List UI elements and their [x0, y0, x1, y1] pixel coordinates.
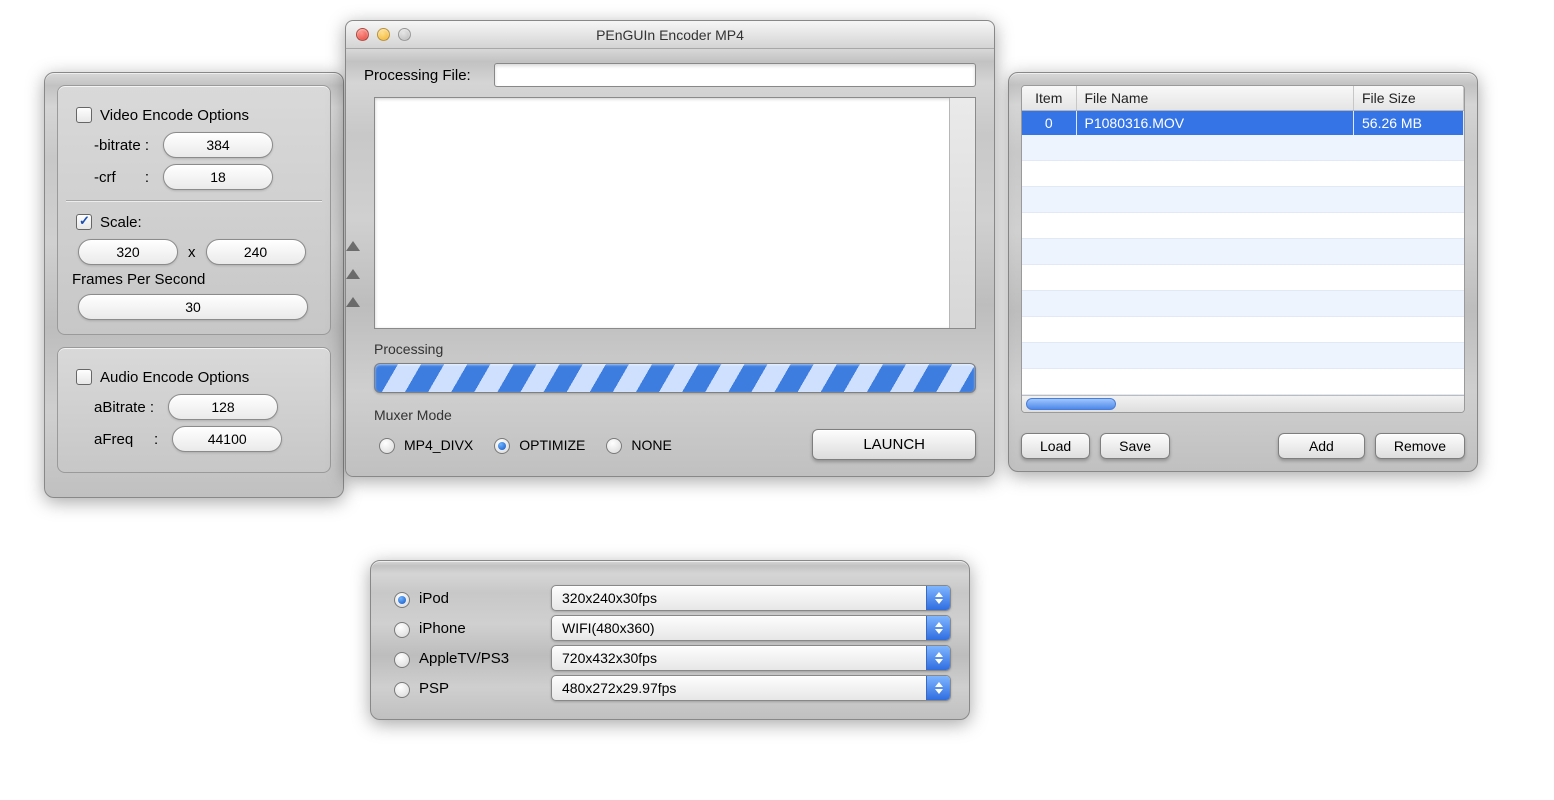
horizontal-scrollbar[interactable] [1022, 395, 1464, 412]
stepper-icon [926, 616, 950, 640]
muxer-label: Muxer Mode [374, 407, 976, 423]
window-title: PEnGUIn Encoder MP4 [346, 27, 994, 43]
preset-value: 320x240x30fps [562, 590, 657, 606]
preset-radio-iphone[interactable]: iPhone [389, 619, 539, 638]
scale-x-label: x [188, 244, 196, 261]
preset-panel: iPod 320x240x30fps iPhone WIFI(480x360) Appl… [370, 560, 970, 720]
crf-field[interactable] [163, 164, 273, 190]
table-row[interactable] [1022, 291, 1464, 317]
preset-popup-ipod[interactable]: 320x240x30fps [551, 585, 951, 611]
processing-label: Processing [374, 341, 976, 357]
options-panel: Video Encode Options -bitrate : -crf : S… [44, 72, 344, 498]
scrollbar-thumb[interactable] [1026, 398, 1116, 410]
col-filesize[interactable]: File Size [1354, 86, 1464, 111]
table-row[interactable] [1022, 135, 1464, 161]
bitrate-label: -bitrate : [94, 137, 149, 154]
progress-bar [374, 363, 976, 393]
preset-row: AppleTV/PS3 720x432x30fps [389, 645, 951, 671]
titlebar[interactable]: PEnGUIn Encoder MP4 [346, 21, 994, 49]
video-options-group: Video Encode Options -bitrate : -crf : S… [57, 85, 331, 335]
preset-row: PSP 480x272x29.97fps [389, 675, 951, 701]
remove-button[interactable]: Remove [1375, 433, 1465, 459]
abitrate-label: aBitrate : [94, 399, 154, 416]
processing-file-field[interactable] [494, 63, 976, 87]
file-list-panel: Item File Name File Size 0P1080316.MOV56… [1008, 72, 1478, 472]
muxer-radio-optimize[interactable]: OPTIMIZE [489, 435, 585, 454]
fps-field[interactable] [78, 294, 308, 320]
crf-label: -crf : [94, 169, 149, 186]
table-row[interactable] [1022, 239, 1464, 265]
table-row[interactable]: 0P1080316.MOV56.26 MB [1022, 111, 1464, 136]
stepper-icon [926, 646, 950, 670]
file-table[interactable]: Item File Name File Size 0P1080316.MOV56… [1021, 85, 1465, 413]
preset-value: WIFI(480x360) [562, 620, 655, 636]
muxer-radio-none[interactable]: NONE [601, 435, 671, 454]
audio-options-group: Audio Encode Options aBitrate : aFreq : [57, 347, 331, 473]
preset-value: 480x272x29.97fps [562, 680, 676, 696]
launch-button[interactable]: LAUNCH [812, 429, 976, 460]
add-button[interactable]: Add [1278, 433, 1365, 459]
abitrate-field[interactable] [168, 394, 278, 420]
processing-file-label: Processing File: [364, 67, 494, 84]
video-options-label: Video Encode Options [100, 107, 249, 124]
expand-arrows [344, 239, 358, 309]
triangle-down-icon[interactable] [346, 241, 360, 251]
stepper-icon [926, 586, 950, 610]
triangle-down-icon[interactable] [346, 269, 360, 279]
save-button[interactable]: Save [1100, 433, 1170, 459]
triangle-down-icon[interactable] [346, 297, 360, 307]
audio-options-label: Audio Encode Options [100, 369, 249, 386]
table-row[interactable] [1022, 161, 1464, 187]
col-item[interactable]: Item [1022, 86, 1076, 111]
preset-row: iPod 320x240x30fps [389, 585, 951, 611]
load-button[interactable]: Load [1021, 433, 1090, 459]
muxer-radio-mp4_divx[interactable]: MP4_DIVX [374, 435, 473, 454]
stepper-icon [926, 676, 950, 700]
afreq-field[interactable] [172, 426, 282, 452]
divider [66, 200, 322, 201]
log-scrollbar-track[interactable] [949, 98, 975, 328]
table-row[interactable] [1022, 369, 1464, 395]
afreq-label: aFreq : [94, 431, 158, 448]
scale-label: Scale: [100, 214, 142, 231]
video-options-checkbox[interactable] [76, 107, 92, 123]
preset-radio-ipod[interactable]: iPod [389, 589, 539, 608]
audio-options-checkbox[interactable] [76, 369, 92, 385]
fps-label: Frames Per Second [72, 271, 205, 288]
main-window: PEnGUIn Encoder MP4 Processing File: Pro… [345, 20, 995, 477]
table-row[interactable] [1022, 265, 1464, 291]
table-row[interactable] [1022, 213, 1464, 239]
preset-row: iPhone WIFI(480x360) [389, 615, 951, 641]
col-filename[interactable]: File Name [1076, 86, 1354, 111]
preset-popup-iphone[interactable]: WIFI(480x360) [551, 615, 951, 641]
log-area[interactable] [374, 97, 976, 329]
preset-value: 720x432x30fps [562, 650, 657, 666]
bitrate-field[interactable] [163, 132, 273, 158]
scale-width-field[interactable] [78, 239, 178, 265]
scale-checkbox[interactable] [76, 214, 92, 230]
preset-popup-appletv-ps3[interactable]: 720x432x30fps [551, 645, 951, 671]
table-row[interactable] [1022, 187, 1464, 213]
table-row[interactable] [1022, 343, 1464, 369]
table-row[interactable] [1022, 317, 1464, 343]
preset-popup-psp[interactable]: 480x272x29.97fps [551, 675, 951, 701]
scale-height-field[interactable] [206, 239, 306, 265]
preset-radio-psp[interactable]: PSP [389, 679, 539, 698]
preset-radio-appletv-ps3[interactable]: AppleTV/PS3 [389, 649, 539, 668]
